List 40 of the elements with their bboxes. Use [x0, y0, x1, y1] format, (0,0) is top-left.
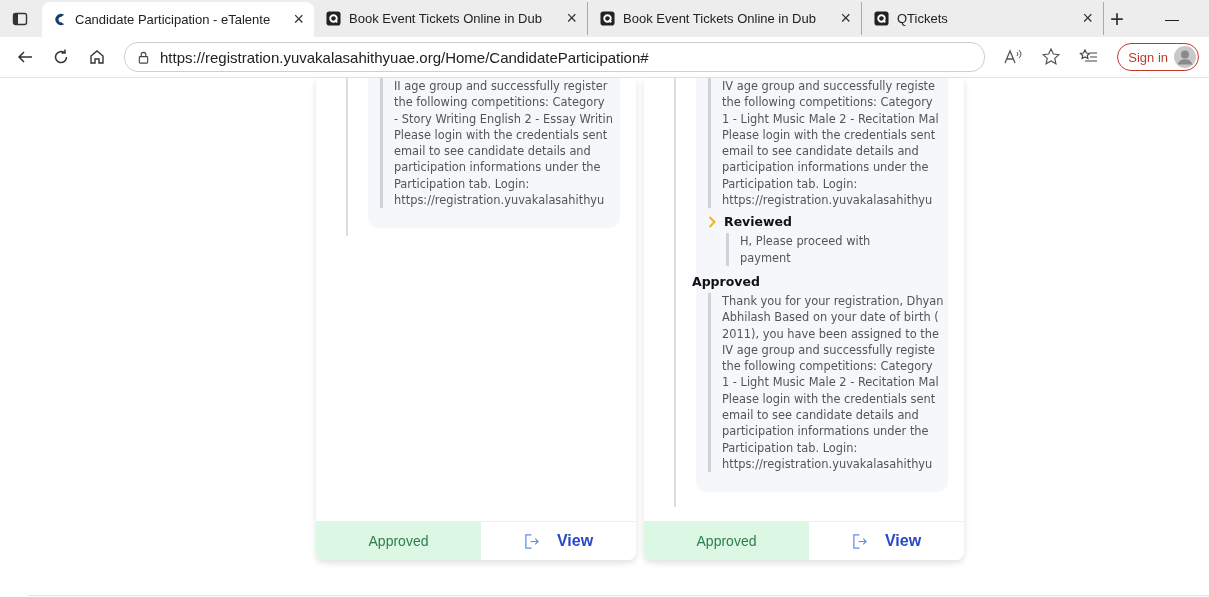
- status-message: II age group and successfully register the following competitions: Category - Story Writing English 2 - Essay Writin Please login with the credentials sent email to see candidate details and participation informations under the Participation tab. Login: https://registration.yuvakalasahithyu: [380, 78, 620, 209]
- close-tab-button[interactable]: ×: [566, 8, 577, 29]
- url-text: https://registration.yuvakalasahithyuae.org/Home/CandidateParticipation#: [160, 48, 649, 66]
- tab-title: Book Event Tickets Online in Dub: [623, 11, 817, 26]
- status-message: Thank you for your registration, Dhyan Abhilash Based on your date of birth ( 2011), you have been assigned to the IV age group and successfully registe the following competitions: Category 1 - Light Music Male 2 - Recitation Mal Please login with the credentials sent email to see candidate details and participation informations under the Participation tab. Login: https://registration.yuvakalasahithyu: [708, 292, 948, 473]
- site-logo-icon: [600, 11, 615, 26]
- address-field[interactable]: https://registration.yuvakalasahithyuae.org/Home/CandidateParticipation#: [124, 42, 986, 72]
- site-logo-icon: [874, 11, 889, 26]
- lock-icon: [137, 50, 150, 64]
- browser-tab[interactable]: Book Event Tickets Online in Dub ×: [590, 2, 862, 35]
- status-label: Approved: [316, 522, 481, 560]
- status-message: IV age group and successfully registe the following competitions: Category 1 - Light Music Male 2 - Recitation Mal Please login with the credentials sent email to see candidate details and participation informations under the Participation tab. Login: https://registration.yuvakalasahithyu: [708, 78, 948, 209]
- status-title: Approved: [692, 273, 760, 289]
- view-button[interactable]: View: [481, 522, 636, 560]
- status-label: Approved: [644, 522, 809, 560]
- tab-actions-icon[interactable]: [12, 10, 28, 27]
- status-message: H, Please proceed with payment: [726, 233, 948, 266]
- exit-arrow-icon: [851, 532, 867, 550]
- close-tab-button[interactable]: ×: [293, 9, 304, 30]
- close-tab-button[interactable]: ×: [840, 8, 851, 29]
- minimize-button[interactable]: —: [1165, 10, 1179, 27]
- new-tab-button[interactable]: +: [1110, 4, 1124, 33]
- tab-title: Candidate Participation - eTalente: [75, 12, 272, 27]
- browser-tab[interactable]: QTickets ×: [864, 2, 1104, 35]
- star-icon[interactable]: [1041, 47, 1062, 67]
- tab-title: Book Event Tickets Online in Dub: [349, 11, 543, 26]
- avatar-icon: [1174, 46, 1196, 68]
- read-aloud-icon[interactable]: [1003, 48, 1024, 66]
- browser-tab[interactable]: Book Event Tickets Online in Dub ×: [316, 2, 588, 35]
- refresh-icon[interactable]: [52, 48, 70, 66]
- view-button[interactable]: View: [809, 522, 964, 560]
- site-logo-icon: [52, 12, 67, 27]
- tab-title: QTickets: [897, 11, 949, 26]
- site-logo-icon: [326, 11, 341, 26]
- browser-tab[interactable]: Candidate Participation - eTalente ×: [42, 2, 314, 37]
- status-title: Reviewed: [724, 214, 792, 230]
- close-tab-button[interactable]: ×: [1082, 8, 1093, 29]
- chevron-icon: [708, 215, 716, 228]
- home-icon[interactable]: [88, 48, 106, 66]
- exit-arrow-icon: [523, 532, 539, 550]
